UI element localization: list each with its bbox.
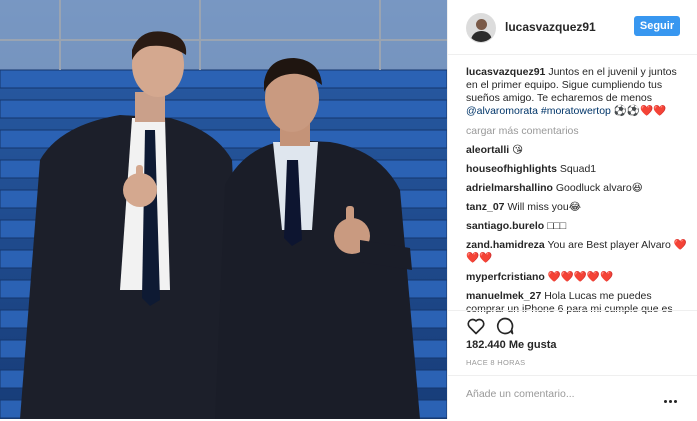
avatar[interactable] [466, 13, 496, 43]
add-comment-bar: Añade un comentario... [448, 375, 697, 421]
comment-username[interactable]: santiago.burelo [466, 220, 544, 232]
photo-illustration [0, 0, 447, 419]
comment-item: aleortalli 😘 [466, 144, 688, 157]
comment-username[interactable]: tanz_07 [466, 201, 505, 213]
comment-item: santiago.burelo □□□ [466, 220, 688, 233]
follow-button[interactable]: Seguir [634, 16, 680, 36]
post-side-panel: lucasvazquez91 Seguir lucasvazquez91 Jun… [447, 0, 697, 419]
comment-item: adrielmarshallino Goodluck alvaro😆 [466, 182, 688, 195]
comment-text: ❤️❤️❤️❤️❤️ [547, 271, 614, 283]
comment-input[interactable]: Añade un comentario... [466, 386, 656, 402]
comment-username[interactable]: adrielmarshallino [466, 182, 553, 194]
comment-icon[interactable] [495, 316, 515, 336]
caption-username[interactable]: lucasvazquez91 [466, 66, 545, 78]
post-timestamp: HACE 8 HORAS [466, 358, 526, 367]
comment-text: Squad1 [559, 163, 597, 175]
comment-item: houseofhighlights Squad1 [466, 163, 688, 176]
load-more-comments[interactable]: cargar más comentarios [466, 125, 688, 138]
post-photo[interactable] [0, 0, 447, 419]
caption-hashtag[interactable]: #moratowertop [541, 105, 611, 117]
comment-username[interactable]: myperfcristiano [466, 271, 545, 283]
more-options-icon[interactable] [664, 390, 679, 408]
post-caption: lucasvazquez91 Juntos en el juvenil y ju… [466, 66, 688, 118]
likes-count[interactable]: 182.440 Me gusta [466, 339, 557, 351]
caption-emoji: ⚽⚽❤️❤️ [613, 105, 667, 117]
post-author-username[interactable]: lucasvazquez91 [505, 20, 596, 34]
heart-icon[interactable] [466, 316, 486, 336]
caption-mention[interactable]: @alvaromorata [466, 105, 538, 117]
comment-username[interactable]: manuelmek_27 [466, 290, 541, 302]
comment-item: tanz_07 Will miss you😂 [466, 201, 688, 214]
comment-username[interactable]: zand.hamidreza [466, 239, 545, 251]
comment-username[interactable]: aleortalli [466, 144, 509, 156]
comments-list: lucasvazquez91 Juntos en el juvenil y ju… [466, 66, 688, 322]
comment-username[interactable]: houseofhighlights [466, 163, 557, 175]
comment-item: myperfcristiano ❤️❤️❤️❤️❤️ [466, 271, 688, 284]
comment-text: Goodluck alvaro😆 [555, 182, 643, 194]
comment-text: 😘 [512, 144, 524, 156]
post-actions: 182.440 Me gusta HACE 8 HORAS Añade un c… [448, 310, 697, 420]
comment-item: zand.hamidreza You are Best player Alvar… [466, 239, 688, 265]
comment-text: Will miss you😂 [507, 201, 581, 213]
post-header: lucasvazquez91 Seguir [448, 0, 697, 55]
comment-text: □□□ [547, 220, 567, 232]
